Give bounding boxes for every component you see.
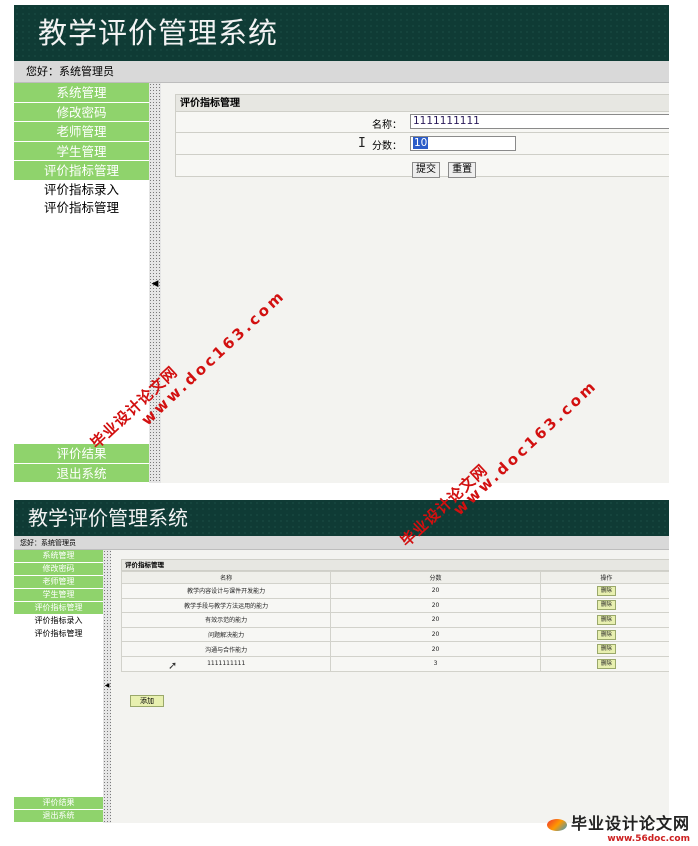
panel-title: 评价指标管理 — [121, 559, 669, 571]
cell-name: 有效示范的能力 — [120, 612, 332, 628]
table-row: 沟通与合作能力 20 删除 — [120, 641, 669, 657]
name-input[interactable]: 1111111111 — [410, 114, 669, 129]
form-buttons: 提交 重置 — [412, 157, 479, 178]
menu-item-logout[interactable]: 退出系统 — [14, 463, 149, 483]
sidebar: 系统管理 修改密码 老师管理 学生管理 评价指标管理 评价指标录入 评价指标管理… — [14, 83, 149, 483]
mouse-pointer-icon: ➚ — [168, 659, 178, 672]
menu-item-teachers[interactable]: 老师管理 — [14, 576, 103, 589]
greeting-text: 您好：系统管理员 — [26, 65, 114, 78]
delete-button[interactable]: 删除 — [596, 600, 616, 611]
delete-button[interactable]: 删除 — [596, 658, 616, 669]
submit-button[interactable]: 提交 — [412, 162, 440, 178]
table-header-row: 名称 分数 操作 — [120, 571, 669, 584]
cell-name: 问题解决能力 — [120, 626, 332, 643]
menu-item-password[interactable]: 修改密码 — [14, 102, 149, 122]
indicator-list-panel: 评价指标管理 名称 分数 操作 教学内容设计与课件开发能力 20 删除 教学手段… — [120, 559, 669, 707]
sidebar-bottom-menu: 评价结果 退出系统 — [14, 444, 149, 483]
sidebar-splitter[interactable]: ◀ — [149, 83, 161, 483]
submenu-item-indicator-manage[interactable]: 评价指标管理 — [14, 199, 149, 218]
form-row-name: 名称： 1111111111 — [175, 112, 669, 133]
table-row: 有效示范的能力 20 删除 — [120, 612, 669, 628]
screenshot-list: 教学评价管理系统 您好：系统管理员 系统管理 修改密码 老师管理 学生管理 评价… — [14, 500, 669, 823]
submenu-item-indicator-entry[interactable]: 评价指标录入 — [14, 615, 103, 628]
add-button[interactable]: 添加 — [130, 695, 164, 707]
screenshot-form: 教学评价管理系统 您好：系统管理员 系统管理 修改密码 老师管理 学生管理 评价… — [14, 5, 669, 483]
cell-name: 沟通与合作能力 — [120, 641, 332, 657]
footer-site-name: 毕业设计论文网 — [546, 810, 690, 834]
menu-item-teachers[interactable]: 老师管理 — [14, 122, 149, 142]
cell-name: 教学手段与教学方法运用的能力 — [120, 597, 332, 614]
menu-item-students[interactable]: 学生管理 — [14, 589, 103, 602]
cell-action: 删除 — [539, 626, 669, 643]
delete-button[interactable]: 删除 — [596, 614, 616, 625]
menu-item-password[interactable]: 修改密码 — [14, 563, 103, 576]
score-label: 分数： — [372, 141, 402, 152]
app-body: 系统管理 修改密码 老师管理 学生管理 评价指标管理 评价指标录入 评价指标管理… — [14, 550, 669, 823]
cell-action: 删除 — [539, 641, 669, 657]
menu-item-results[interactable]: 评价结果 — [14, 444, 149, 464]
cell-action: 删除 — [539, 612, 669, 628]
submenu-item-indicator-entry[interactable]: 评价指标录入 — [14, 181, 149, 200]
menu-item-system[interactable]: 系统管理 — [14, 550, 103, 563]
app-banner: 教学评价管理系统 — [14, 5, 669, 61]
cell-action: 删除 — [539, 597, 669, 614]
delete-button[interactable]: 删除 — [596, 644, 616, 655]
app-title: 教学评价管理系统 — [28, 506, 188, 530]
indicator-table: 名称 分数 操作 教学内容设计与课件开发能力 20 删除 教学手段与教学方法运用… — [120, 571, 669, 672]
main-content: 评价指标管理 名称 分数 操作 教学内容设计与课件开发能力 20 删除 教学手段… — [111, 550, 669, 823]
collapse-arrow-icon[interactable]: ◀ — [152, 279, 159, 289]
sidebar-splitter[interactable]: ◀ — [103, 550, 111, 823]
cell-action: 删除 — [539, 655, 669, 672]
text-cursor-icon: I — [358, 136, 366, 151]
sidebar: 系统管理 修改密码 老师管理 学生管理 评价指标管理 评价指标录入 评价指标管理… — [14, 550, 103, 823]
cell-action: 删除 — [539, 583, 669, 599]
delete-button[interactable]: 删除 — [596, 629, 616, 640]
indicator-form-panel: 评价指标管理 名称： 1111111111 I 分数： 10 提交 重置 — [175, 94, 669, 178]
name-label: 名称： — [372, 120, 402, 131]
delete-button[interactable]: 删除 — [596, 585, 616, 596]
sidebar-bottom-menu: 评价结果 退出系统 — [14, 797, 103, 823]
footer-url: www.56doc.com — [607, 834, 690, 844]
greeting-bar: 您好：系统管理员 — [14, 61, 669, 83]
cell-score: 20 — [330, 626, 541, 643]
reset-button[interactable]: 重置 — [448, 162, 477, 178]
collapse-arrow-icon[interactable]: ◀ — [105, 682, 110, 689]
panel-title: 评价指标管理 — [175, 94, 669, 112]
cell-score: 20 — [330, 641, 541, 657]
column-header-name: 名称 — [120, 571, 332, 584]
table-row: 问题解决能力 20 删除 — [120, 626, 669, 643]
menu-item-results[interactable]: 评价结果 — [14, 797, 103, 810]
column-header-action: 操作 — [539, 571, 669, 584]
app-banner: 教学评价管理系统 — [14, 500, 669, 536]
cell-score: 20 — [330, 612, 541, 628]
cell-score: 3 — [330, 655, 541, 672]
menu-item-indicators[interactable]: 评价指标管理 — [14, 602, 103, 615]
menu-item-indicators[interactable]: 评价指标管理 — [14, 161, 149, 181]
column-header-score: 分数 — [330, 571, 541, 584]
cell-name: 教学内容设计与课件开发能力 — [120, 583, 332, 599]
footer-site-text: 毕业设计论文网 — [570, 814, 690, 833]
score-value-selected: 10 — [413, 137, 429, 149]
form-row-buttons: 提交 重置 — [175, 155, 669, 178]
app-title: 教学评价管理系统 — [38, 16, 279, 50]
cell-score: 20 — [330, 583, 541, 599]
cell-name: 1111111111 — [120, 655, 332, 672]
app-body: 系统管理 修改密码 老师管理 学生管理 评价指标管理 评价指标录入 评价指标管理… — [14, 83, 669, 483]
menu-item-system[interactable]: 系统管理 — [14, 83, 149, 103]
footer-logo: 毕业设计论文网 www.56doc.com — [546, 810, 690, 844]
greeting-bar: 您好：系统管理员 — [14, 536, 669, 550]
greeting-text: 您好：系统管理员 — [20, 539, 76, 547]
score-input[interactable]: 10 — [410, 136, 516, 151]
menu-item-students[interactable]: 学生管理 — [14, 141, 149, 161]
menu-item-logout[interactable]: 退出系统 — [14, 810, 103, 823]
main-content: 评价指标管理 名称： 1111111111 I 分数： 10 提交 重置 — [161, 83, 669, 483]
cell-score: 20 — [330, 597, 541, 614]
logo-mark-icon — [546, 818, 567, 831]
table-row: 教学内容设计与课件开发能力 20 删除 — [120, 583, 669, 599]
submenu-item-indicator-manage[interactable]: 评价指标管理 — [14, 628, 103, 641]
table-row: 教学手段与教学方法运用的能力 20 删除 — [120, 597, 669, 614]
table-row: 1111111111 3 删除 — [120, 655, 669, 672]
form-row-score: I 分数： 10 — [175, 133, 669, 155]
